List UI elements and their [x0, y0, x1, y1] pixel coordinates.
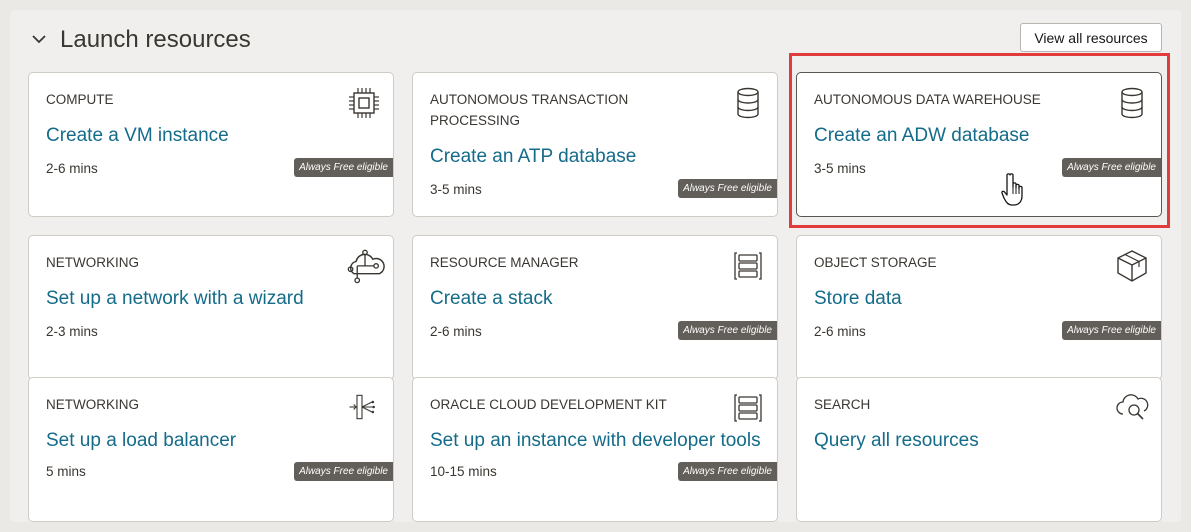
always-free-badge: Always Free eligible [294, 158, 393, 177]
database-icon [1121, 87, 1143, 119]
section-title: Launch resources [60, 26, 251, 53]
card-category: NETWORKING [46, 255, 139, 270]
cpu-chip-icon [349, 88, 379, 118]
always-free-badge: Always Free eligible [678, 321, 777, 340]
chevron-down-icon [32, 35, 46, 44]
card-search[interactable]: SEARCH Query all resources [796, 377, 1162, 522]
card-link[interactable]: Query all resources [814, 430, 979, 452]
card-link[interactable]: Set up a network with a wizard [46, 288, 304, 310]
dev-kit-icon [734, 394, 762, 422]
card-adw[interactable]: AUTONOMOUS DATA WAREHOUSE Create an ADW … [796, 72, 1162, 217]
always-free-badge: Always Free eligible [1062, 158, 1161, 177]
card-time: 2-3 mins [46, 324, 98, 339]
card-compute[interactable]: COMPUTE Create a VM instance 2-6 mins Al… [28, 72, 394, 217]
card-category: AUTONOMOUS TRANSACTION PROCESSING [430, 92, 629, 128]
card-time: 10-15 mins [430, 464, 497, 479]
card-link[interactable]: Set up a load balancer [46, 430, 236, 452]
card-time: 2-6 mins [430, 324, 482, 339]
card-category: SEARCH [814, 397, 871, 412]
card-category: RESOURCE MANAGER [430, 255, 579, 270]
view-all-resources-button[interactable]: View all resources [1020, 23, 1162, 52]
always-free-badge: Always Free eligible [294, 462, 393, 481]
card-time: 2-6 mins [814, 324, 866, 339]
section-header: Launch resources View all resources [28, 22, 1168, 58]
always-free-badge: Always Free eligible [678, 462, 777, 481]
database-icon [737, 87, 759, 119]
card-category: NETWORKING [46, 397, 139, 412]
card-time: 5 mins [46, 464, 86, 479]
card-link[interactable]: Set up an instance with developer tools [430, 430, 761, 452]
card-time: 3-5 mins [430, 182, 482, 197]
card-load-balancer[interactable]: NETWORKING Set up a load balancer 5 mins… [28, 377, 394, 522]
storage-box-icon [1117, 250, 1147, 282]
collapse-toggle[interactable] [28, 28, 50, 50]
card-time: 2-6 mins [46, 161, 98, 176]
always-free-badge: Always Free eligible [678, 179, 777, 198]
card-network-wizard[interactable]: NETWORKING Set up a network with a wizar… [28, 235, 394, 380]
always-free-badge: Always Free eligible [1062, 321, 1161, 340]
cloud-network-icon [347, 249, 385, 284]
stack-icon [734, 252, 762, 280]
card-category: AUTONOMOUS DATA WAREHOUSE [814, 92, 1041, 107]
hand-pointer-icon [1001, 173, 1023, 206]
card-link[interactable]: Create a stack [430, 288, 553, 310]
card-category: COMPUTE [46, 92, 114, 107]
load-balancer-icon [349, 394, 375, 420]
card-category: OBJECT STORAGE [814, 255, 937, 270]
cloud-search-icon [1116, 394, 1149, 420]
card-time: 3-5 mins [814, 161, 866, 176]
card-link[interactable]: Create a VM instance [46, 125, 229, 147]
card-dev-kit[interactable]: ORACLE CLOUD DEVELOPMENT KIT Set up an i… [412, 377, 778, 522]
card-atp[interactable]: AUTONOMOUS TRANSACTION PROCESSING Create… [412, 72, 778, 217]
card-link[interactable]: Store data [814, 288, 902, 310]
card-object-storage[interactable]: OBJECT STORAGE Store data 2-6 mins Alway… [796, 235, 1162, 380]
card-link[interactable]: Create an ATP database [430, 146, 636, 168]
card-resource-manager[interactable]: RESOURCE MANAGER Create a stack 2-6 mins… [412, 235, 778, 380]
card-category: ORACLE CLOUD DEVELOPMENT KIT [430, 397, 667, 412]
card-link[interactable]: Create an ADW database [814, 125, 1029, 147]
